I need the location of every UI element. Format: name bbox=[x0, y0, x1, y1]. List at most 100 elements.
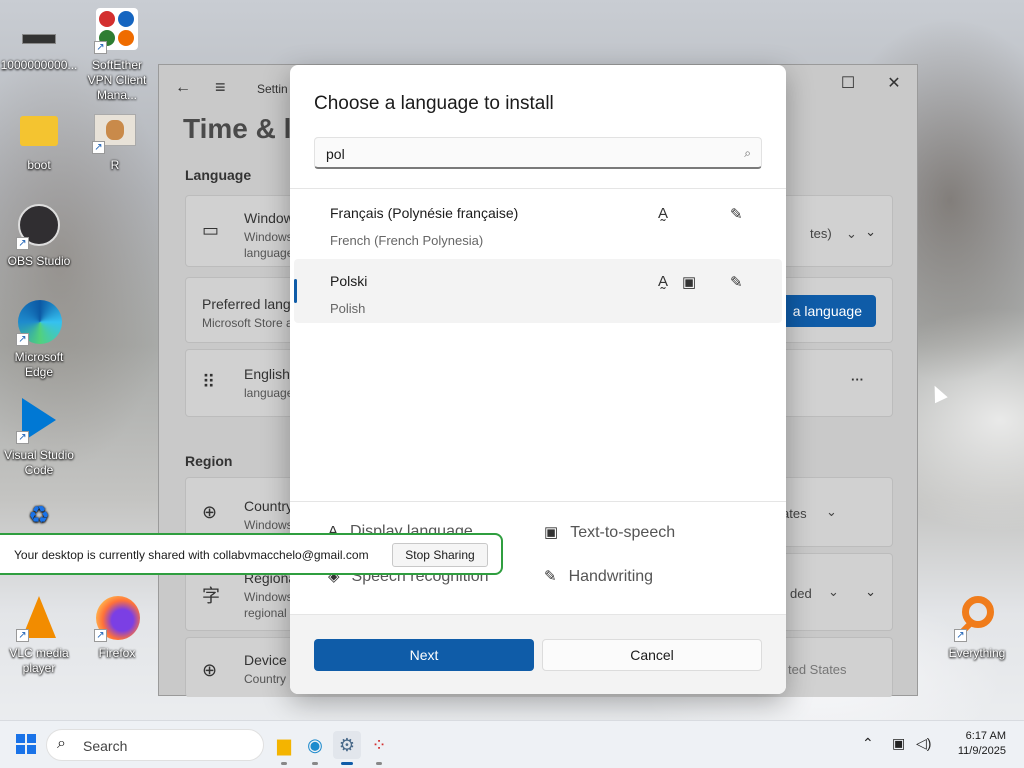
softether-icon: ↗ bbox=[94, 8, 140, 54]
language-english-name: French (French Polynesia) bbox=[330, 233, 484, 248]
language-result-item[interactable]: Français (Polynésie française) French (F… bbox=[294, 191, 782, 255]
search-icon: ⌕ bbox=[744, 146, 751, 160]
regional-format-icon: 字 bbox=[202, 586, 220, 606]
handwriting-icon: ✎ bbox=[730, 206, 743, 223]
text-to-speech-icon: ▣ bbox=[682, 274, 697, 291]
vlc-icon: ↗ bbox=[16, 596, 62, 642]
gear-icon: ⚙ bbox=[338, 735, 356, 755]
softether-icon: ⁘ bbox=[371, 735, 387, 755]
chevron-down-icon: ⌄ bbox=[828, 584, 839, 599]
softether-taskbar-button[interactable]: ⁘ bbox=[365, 731, 393, 765]
edge-icon: ◉ bbox=[307, 735, 323, 755]
desktop-icon-label: boot bbox=[27, 158, 51, 172]
firefox-icon: ↗ bbox=[94, 596, 140, 642]
desktop-sharing-bar: Your desktop is currently shared with co… bbox=[0, 533, 503, 575]
search-icon: ⌕ bbox=[57, 735, 66, 752]
chevron-down-icon[interactable]: ⌄ bbox=[865, 584, 876, 600]
chevron-down-icon: ⌄ bbox=[846, 226, 857, 241]
cancel-button[interactable]: Cancel bbox=[542, 639, 762, 671]
sharing-message: Your desktop is currently shared with co… bbox=[14, 548, 369, 562]
maximize-icon[interactable]: ☐ bbox=[833, 73, 863, 93]
legend-handwriting: ✎ Handwriting bbox=[544, 567, 653, 586]
desktop-icon-label: Visual Studio Code bbox=[4, 448, 74, 477]
text-to-speech-icon: ▣ bbox=[544, 524, 559, 541]
desktop-icon-everything[interactable]: ↗ Everything bbox=[938, 596, 1016, 661]
divider bbox=[290, 188, 786, 189]
desktop-icon-label: VLC media player bbox=[9, 646, 69, 675]
language-name: Français (Polynésie française) bbox=[330, 205, 519, 221]
device-icon: ⊕ bbox=[202, 660, 218, 680]
file-explorer-taskbar-button[interactable]: ▆ bbox=[270, 731, 298, 765]
desktop-icon-firefox[interactable]: ↗ Firefox bbox=[78, 596, 156, 661]
taskbar: ⌕ Search ▆ ◉ ⚙ ⁘ ⌃ ▣ ◁) 6:17 AM 11/9/202… bbox=[0, 720, 1024, 768]
monitor-icon: ▭ bbox=[202, 220, 220, 240]
desktop-icon-obs[interactable]: ↗ OBS Studio bbox=[0, 204, 78, 269]
app-title: Settin bbox=[257, 82, 288, 96]
desktop-icon-label: SoftEther VPN Client Mana... bbox=[87, 58, 147, 102]
desktop-icon-r[interactable]: ↗ R bbox=[76, 108, 154, 173]
handwriting-icon: ✎ bbox=[730, 274, 743, 291]
section-language: Language bbox=[185, 167, 252, 183]
network-icon[interactable]: ▣ bbox=[892, 735, 905, 752]
desktop-icon-label: R bbox=[110, 158, 120, 172]
desktop-icon-vlc[interactable]: ↗ VLC media player bbox=[0, 596, 78, 676]
language-result-item-selected[interactable]: Polski Polish A̰ ▣ ✎ bbox=[294, 259, 782, 323]
edge-taskbar-button[interactable]: ◉ bbox=[301, 731, 329, 765]
file-icon bbox=[16, 8, 62, 54]
desktop-icon-label: OBS Studio bbox=[7, 254, 71, 268]
image-icon: ↗ bbox=[92, 108, 138, 154]
volume-icon[interactable]: ◁) bbox=[916, 735, 931, 752]
legend-label: Handwriting bbox=[568, 568, 654, 585]
section-region: Region bbox=[185, 453, 233, 469]
taskbar-search-box[interactable]: ⌕ Search bbox=[46, 729, 264, 761]
next-button[interactable]: Next bbox=[314, 639, 534, 671]
close-icon[interactable]: ✕ bbox=[879, 73, 909, 93]
dialog-footer: Next Cancel bbox=[290, 614, 786, 694]
edge-icon: ↗ bbox=[16, 300, 62, 346]
handwriting-icon: ✎ bbox=[544, 568, 557, 585]
choose-language-dialog: Choose a language to install pol ⌕ Franç… bbox=[290, 65, 786, 694]
chevron-down-icon: ⌄ bbox=[826, 504, 837, 519]
language-dropdown-value[interactable]: tes) bbox=[810, 226, 832, 241]
taskbar-clock[interactable]: 6:17 AM 11/9/2025 bbox=[958, 729, 1006, 759]
folder-icon: ▆ bbox=[277, 735, 291, 755]
card-subtitle: Country bbox=[244, 672, 287, 686]
regional-format-dropdown-value[interactable]: ded bbox=[790, 586, 812, 601]
card-subtitle: Microsoft Store a bbox=[202, 316, 293, 330]
card-title: English bbox=[244, 366, 290, 382]
desktop-icon-edge[interactable]: ↗ Microsoft Edge bbox=[0, 300, 78, 380]
language-search-input[interactable]: pol ⌕ bbox=[314, 137, 762, 169]
card-subtitle: Windows bbox=[244, 590, 293, 604]
selection-indicator bbox=[294, 279, 297, 303]
card-title: Country bbox=[244, 498, 294, 514]
language-name: Polski bbox=[330, 273, 368, 289]
obs-icon: ↗ bbox=[16, 204, 62, 250]
desktop-icon-label: Microsoft Edge bbox=[14, 350, 64, 379]
clock-date: 11/9/2025 bbox=[957, 745, 1006, 757]
stop-sharing-button[interactable]: Stop Sharing bbox=[392, 543, 488, 567]
chevron-up-icon[interactable]: ⌃ bbox=[862, 735, 874, 752]
desktop-icon-label: 1000000000... bbox=[0, 58, 78, 72]
desktop-icon-vscode[interactable]: ↗ Visual Studio Code bbox=[0, 398, 78, 478]
desktop-icon-label: Firefox bbox=[98, 646, 136, 660]
menu-icon[interactable]: ≡ bbox=[215, 77, 226, 98]
display-language-icon: A̰ bbox=[658, 205, 669, 222]
chevron-down-icon[interactable]: ⌄ bbox=[865, 224, 876, 240]
settings-taskbar-button[interactable]: ⚙ bbox=[333, 731, 361, 765]
language-english-name: Polish bbox=[330, 301, 366, 316]
card-subtitle: language bbox=[244, 386, 294, 400]
card-subtitle: Windows bbox=[244, 518, 293, 532]
taskbar-search-placeholder: Search bbox=[83, 738, 128, 754]
drag-handle-icon[interactable]: ⠿ bbox=[202, 372, 215, 393]
start-button[interactable] bbox=[16, 734, 36, 754]
folder-icon bbox=[16, 108, 62, 154]
card-subtitle: language bbox=[244, 246, 294, 260]
vscode-icon: ↗ bbox=[16, 398, 62, 444]
desktop-icon-softether[interactable]: ↗ SoftEther VPN Client Mana... bbox=[78, 8, 156, 103]
desktop-icon-boot[interactable]: boot bbox=[0, 108, 78, 173]
add-language-button[interactable]: a language bbox=[774, 295, 876, 327]
desktop-icon-file[interactable]: 1000000000... bbox=[0, 8, 78, 73]
back-arrow-icon[interactable]: ← bbox=[175, 79, 191, 97]
search-input-value: pol bbox=[326, 146, 345, 162]
more-options-icon[interactable]: ··· bbox=[851, 372, 864, 387]
